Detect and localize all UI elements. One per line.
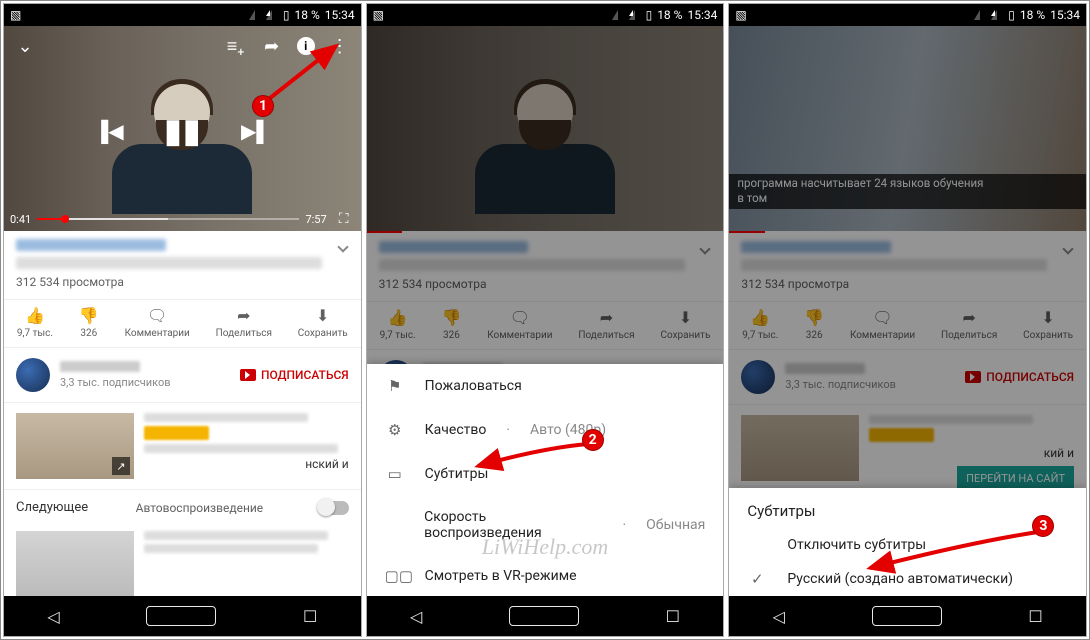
picture-icon: ▧ xyxy=(735,8,746,22)
battery-percent: 18 % xyxy=(295,8,320,22)
recommendation-card[interactable]: ↗ нский и xyxy=(4,403,361,489)
add-to-playlist-icon[interactable]: ≡₊ xyxy=(225,36,247,57)
home-icon[interactable] xyxy=(509,606,579,626)
share-action-icon: ➦ xyxy=(237,306,250,325)
battery-percent: 18 % xyxy=(1020,8,1045,22)
up-next-card[interactable] xyxy=(4,525,361,596)
clock: 15:34 xyxy=(325,8,355,22)
rec-thumbnail xyxy=(16,531,134,596)
phone-3: ▧ ▯ 18 % 15:34 программа насчитывает 24 … xyxy=(728,3,1087,637)
phone-1: ▧ ▯ 18 % 15:34 ⌄ ≡₊ ➦ i ⋮ ▐◀ ▮▮ xyxy=(3,3,362,637)
external-link-icon: ↗ xyxy=(112,457,130,475)
overview-icon[interactable]: ☐ xyxy=(303,607,317,626)
view-count: 312 534 просмотра xyxy=(16,275,349,289)
like-button[interactable]: 👍9,7 тыс. xyxy=(17,306,53,339)
annotation-badge-2: 2 xyxy=(582,429,604,451)
thumb-down-icon: 👎 xyxy=(79,306,99,325)
overview-icon[interactable]: ☐ xyxy=(666,607,680,626)
subtitles-icon: ▭ xyxy=(385,465,405,483)
status-bar: ▧ ▯ 18 % 15:34 xyxy=(729,4,1086,26)
annotation-badge-1: 1 xyxy=(252,95,274,117)
back-icon[interactable]: ◁ xyxy=(47,607,59,626)
menu-speed[interactable]: ·Скорость воспроизведения·Обычная xyxy=(367,496,724,554)
up-next-label: Следующее xyxy=(16,500,88,515)
gear-icon: ⚙ xyxy=(385,421,405,439)
check-icon: ✓ xyxy=(747,570,767,588)
signal-2-icon xyxy=(266,10,278,20)
rec-thumbnail: ↗ xyxy=(16,413,134,479)
share-button[interactable]: ➦Поделиться xyxy=(216,306,272,339)
clock: 15:34 xyxy=(1050,8,1080,22)
android-navbar: ◁ ☐ xyxy=(4,596,361,636)
progress-bar[interactable] xyxy=(37,218,299,220)
rec-hint: нский и xyxy=(144,457,349,471)
collapse-icon[interactable]: ⌄ xyxy=(14,36,36,57)
menu-report[interactable]: ⚑Пожаловаться xyxy=(367,364,724,408)
picture-icon: ▧ xyxy=(373,8,384,22)
signal-1-icon xyxy=(249,10,261,20)
settings-sheet: ⚑Пожаловаться ⚙Качество·Авто (480p) ▭Суб… xyxy=(367,364,724,596)
battery-icon: ▯ xyxy=(1008,8,1015,22)
signal-2-icon xyxy=(991,10,1003,20)
overview-icon[interactable]: ☐ xyxy=(1028,607,1042,626)
back-icon[interactable]: ◁ xyxy=(410,607,422,626)
channel-row[interactable]: 3,3 тыс. подписчиков ПОДПИСАТЬСЯ xyxy=(4,348,361,402)
comments-icon: 🗨 xyxy=(147,306,167,325)
subscriber-count: 3,3 тыс. подписчиков xyxy=(60,376,171,389)
action-bar: 👍9,7 тыс. 👎326 🗨Комментарии ➦Поделиться … xyxy=(4,299,361,348)
signal-2-icon xyxy=(629,10,641,20)
subscribe-button[interactable]: ПОДПИСАТЬСЯ xyxy=(240,368,349,382)
battery-icon: ▯ xyxy=(646,8,653,22)
vr-icon: ▢▢ xyxy=(385,567,405,585)
phone-2: ▧ ▯ 18 % 15:34 312 534 просмотра 👍9,7 ты… xyxy=(366,3,725,637)
menu-vr[interactable]: ▢▢Смотреть в VR-режиме xyxy=(367,554,724,596)
video-meta: 312 534 просмотра xyxy=(4,231,361,289)
annotation-arrow-3 xyxy=(862,526,1047,576)
home-icon[interactable] xyxy=(146,606,216,626)
status-bar: ▧ ▯ 18 % 15:34 xyxy=(4,4,361,26)
channel-name xyxy=(60,361,140,372)
signal-1-icon xyxy=(974,10,986,20)
fullscreen-icon[interactable]: ⛶ xyxy=(333,211,355,227)
up-next-row: Следующее Автовоспроизведение xyxy=(4,489,361,525)
comments-button[interactable]: 🗨Комментарии xyxy=(125,306,190,339)
autoplay-label: Автовоспроизведение xyxy=(136,501,264,515)
save-icon: ⬇ xyxy=(316,306,329,325)
previous-icon[interactable]: ▐◀ xyxy=(94,119,124,144)
expand-description-icon[interactable] xyxy=(337,241,348,252)
flag-icon: ⚑ xyxy=(385,377,405,395)
time-current: 0:41 xyxy=(10,213,31,226)
save-button[interactable]: ⬇Сохранить xyxy=(298,306,348,339)
pause-icon[interactable]: ▮▮ xyxy=(164,111,201,151)
triptych: ▧ ▯ 18 % 15:34 ⌄ ≡₊ ➦ i ⋮ ▐◀ ▮▮ xyxy=(0,0,1090,640)
dislike-button[interactable]: 👎326 xyxy=(79,306,99,339)
status-bar: ▧ ▯ 18 % 15:34 xyxy=(367,4,724,26)
autoplay-toggle[interactable] xyxy=(319,501,349,515)
battery-percent: 18 % xyxy=(657,8,682,22)
battery-icon: ▯ xyxy=(283,8,290,22)
youtube-icon xyxy=(240,369,256,381)
thumb-up-icon: 👍 xyxy=(25,306,45,325)
annotation-arrow-1 xyxy=(260,40,350,110)
next-icon[interactable]: ▶▌ xyxy=(241,119,271,144)
home-icon[interactable] xyxy=(872,606,942,626)
channel-avatar xyxy=(16,358,50,392)
time-total: 7:57 xyxy=(305,213,326,226)
clock: 15:34 xyxy=(687,8,717,22)
android-navbar: ◁ ☐ xyxy=(729,596,1086,636)
signal-1-icon xyxy=(612,10,624,20)
android-navbar: ◁ ☐ xyxy=(367,596,724,636)
picture-icon: ▧ xyxy=(10,8,21,22)
back-icon[interactable]: ◁ xyxy=(773,607,785,626)
